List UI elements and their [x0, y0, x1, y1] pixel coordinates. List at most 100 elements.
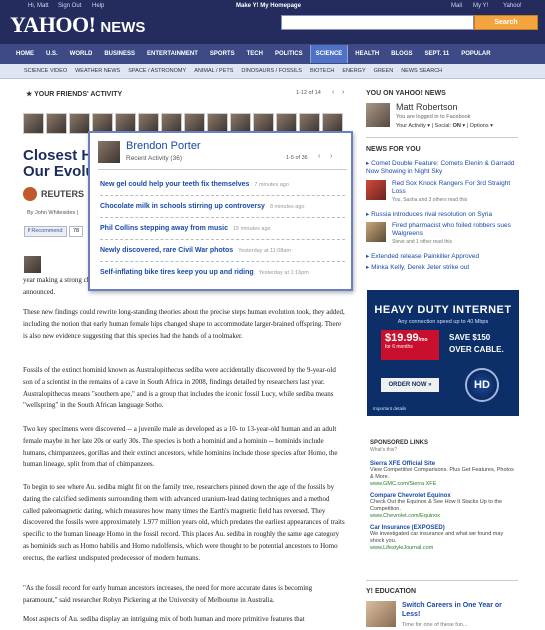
- ad-over-cable: OVER CABLE.: [449, 345, 504, 354]
- sponsored-title: SPONSORED LINKS: [370, 440, 429, 446]
- subnav-item-weather-news[interactable]: WEATHER NEWS: [75, 68, 120, 74]
- nav-item-tech[interactable]: TECH: [247, 51, 263, 57]
- popup-range: 1-5 of 36: [286, 155, 308, 161]
- article-teaser-end: announced.: [23, 288, 56, 296]
- help-link[interactable]: Help: [92, 3, 104, 9]
- article-paragraph: "As the fossil record for early human an…: [23, 584, 313, 604]
- nav-item-business[interactable]: BUSINESS: [104, 51, 135, 57]
- activity-item[interactable]: Phil Collins stepping away from music 15 …: [100, 225, 271, 232]
- article-image[interactable]: [24, 256, 41, 273]
- search-input[interactable]: [281, 15, 474, 30]
- friend-name[interactable]: Brendon Porter: [126, 140, 201, 152]
- subnav-item-energy[interactable]: ENERGY: [342, 68, 365, 74]
- recent-activity-count: Recent Activity (36): [126, 155, 182, 162]
- nav-item-science[interactable]: SCIENCE: [309, 45, 349, 63]
- nav-item-sports[interactable]: SPORTS: [210, 51, 235, 57]
- news-for-you-title: NEWS FOR YOU: [366, 146, 421, 153]
- facebook-status: You are logged in to Facebook: [396, 114, 471, 120]
- news-thumbnail[interactable]: [366, 180, 386, 200]
- article-paragraph: Most aspects of Au. sediba display an in…: [23, 615, 305, 623]
- news-item[interactable]: ▸ Minka Kelly, Derek Jeter strike out: [366, 263, 518, 271]
- prev-arrow-icon[interactable]: ‹: [332, 89, 334, 96]
- friend-activity-popup: Brendon Porter Recent Activity (36) 1-5 …: [88, 131, 353, 291]
- ad-title: HEAVY DUTY INTERNET: [374, 304, 512, 316]
- friend-thumbnail[interactable]: [23, 113, 44, 134]
- divider: [100, 217, 345, 218]
- ad-details-link[interactable]: Important details: [373, 406, 406, 411]
- nav-item-u-s[interactable]: U.S.: [46, 51, 58, 57]
- my-yahoo-link[interactable]: My Y!: [473, 3, 488, 9]
- education-image[interactable]: [366, 601, 396, 627]
- divider: [100, 195, 345, 196]
- subnav-item-animal-pets[interactable]: ANIMAL / PETS: [194, 68, 233, 74]
- news-item[interactable]: Fired pharmacist who foiled robbers sues…: [392, 222, 518, 237]
- user-greeting[interactable]: Hi, Matt: [28, 3, 49, 9]
- social-toggle[interactable]: ON: [453, 123, 461, 129]
- user-name[interactable]: Matt Robertson: [396, 102, 458, 112]
- nav-item-politics[interactable]: POLITICS: [275, 51, 303, 57]
- nav-item-popular[interactable]: POPULAR: [461, 51, 490, 57]
- education-more: Time for one of these fun...: [402, 622, 468, 628]
- nav-item-sept-11[interactable]: SEPT. 11: [425, 51, 450, 57]
- article-paragraph: Fossils of the extinct hominid known as …: [23, 366, 336, 410]
- subnav-item-green[interactable]: GREEN: [374, 68, 394, 74]
- hd-badge-icon: HD: [465, 368, 499, 402]
- sponsored-link[interactable]: Compare Chevrolet Equinox Check Out the E…: [370, 493, 518, 519]
- news-item[interactable]: ▸ Russia introduces rival resolution on …: [366, 210, 518, 218]
- article-paragraph: Two key specimens were discovered -- a j…: [23, 425, 338, 469]
- news-item[interactable]: Red Sox Knock Rangers For 3rd Straight L…: [392, 180, 518, 195]
- whats-this-link[interactable]: What's this?: [370, 447, 518, 453]
- divider: [100, 261, 345, 262]
- nav-item-home[interactable]: HOME: [16, 51, 34, 57]
- subnav-item-science-video[interactable]: SCIENCE VIDEO: [24, 68, 67, 74]
- activity-item[interactable]: Self-inflating bike tires keep you up an…: [100, 269, 309, 276]
- news-item[interactable]: ▸ Extended release Painkiller Approved: [366, 252, 518, 260]
- byline: By John Whitesides |: [27, 210, 79, 216]
- yahoo-news-logo[interactable]: YAHOO! NEWS: [10, 12, 145, 38]
- subnav-item-space-astronomy[interactable]: SPACE / ASTRONOMY: [128, 68, 186, 74]
- nav-item-world[interactable]: WORLD: [70, 51, 93, 57]
- sign-out-link[interactable]: Sign Out: [58, 3, 81, 9]
- news-thumbnail[interactable]: [366, 222, 386, 242]
- friends-activity-title: ★ YOUR FRIENDS' ACTIVITY: [26, 91, 123, 98]
- subnav-item-biotech[interactable]: BIOTECH: [310, 68, 334, 74]
- ad-save: SAVE $150: [449, 333, 491, 342]
- friend-thumbnail[interactable]: [69, 113, 90, 134]
- news-social-note: You, Sasha and 3 others read this: [392, 197, 468, 203]
- subnav-item-dinosaurs-fossils[interactable]: DINOSAURS / FOSSILS: [241, 68, 302, 74]
- your-activity-link[interactable]: Your Activity: [396, 123, 426, 129]
- nav-item-health[interactable]: HEALTH: [355, 51, 379, 57]
- recommend-button[interactable]: f Recommend: [24, 226, 67, 237]
- recommend-count: 78: [69, 226, 83, 237]
- subnav-item-news-search[interactable]: NEWS SEARCH: [401, 68, 442, 74]
- next-arrow-icon[interactable]: ›: [342, 89, 344, 96]
- sponsored-link[interactable]: Sierra XFE Official Site View Competitive…: [370, 461, 518, 487]
- divider: [100, 239, 345, 240]
- news-item[interactable]: ▸ Comet Double Feature: Comets Elenin & …: [366, 160, 518, 175]
- activity-item[interactable]: New gel could help your teeth fix themse…: [100, 181, 289, 188]
- friend-thumbnail[interactable]: [46, 113, 67, 134]
- mail-link[interactable]: Mail: [451, 3, 462, 9]
- education-link[interactable]: Switch Careers in One Year or Less!: [402, 601, 518, 619]
- popup-prev-icon[interactable]: ‹: [318, 153, 320, 160]
- divider: [98, 169, 347, 170]
- yahoo-home-link[interactable]: Yahoo!: [503, 3, 522, 9]
- sub-nav: SCIENCE VIDEO WEATHER NEWS SPACE / ASTRONO…: [0, 64, 545, 79]
- main-nav: HOME U.S. WORLD BUSINESS ENTERTAINMENT SPORTS…: [0, 44, 545, 64]
- source-name: REUTERS: [41, 189, 85, 199]
- popup-next-icon[interactable]: ›: [330, 153, 332, 160]
- friend-avatar[interactable]: [98, 141, 120, 163]
- order-now-button[interactable]: ORDER NOW »: [381, 378, 439, 392]
- user-avatar[interactable]: [366, 103, 390, 127]
- activity-item[interactable]: Newly discovered, rare Civil War photos Y…: [100, 247, 291, 254]
- make-homepage-link[interactable]: Make Y! My Homepage: [236, 3, 301, 9]
- nav-item-blogs[interactable]: BLOGS: [391, 51, 412, 57]
- you-on-yahoo-title: YOU ON YAHOO! NEWS: [366, 90, 446, 97]
- advertisement[interactable]: HEAVY DUTY INTERNET Any connection speed…: [367, 290, 519, 416]
- sponsored-link[interactable]: Car Insurance (EXPOSED) We investigated c…: [370, 525, 518, 551]
- nav-item-entertainment[interactable]: ENTERTAINMENT: [147, 51, 198, 57]
- options-link[interactable]: Options: [470, 123, 489, 129]
- education-title: Y! EDUCATION: [366, 588, 417, 595]
- activity-item[interactable]: Chocolate milk in schools stirring up co…: [100, 203, 305, 210]
- search-button[interactable]: Search: [474, 15, 538, 30]
